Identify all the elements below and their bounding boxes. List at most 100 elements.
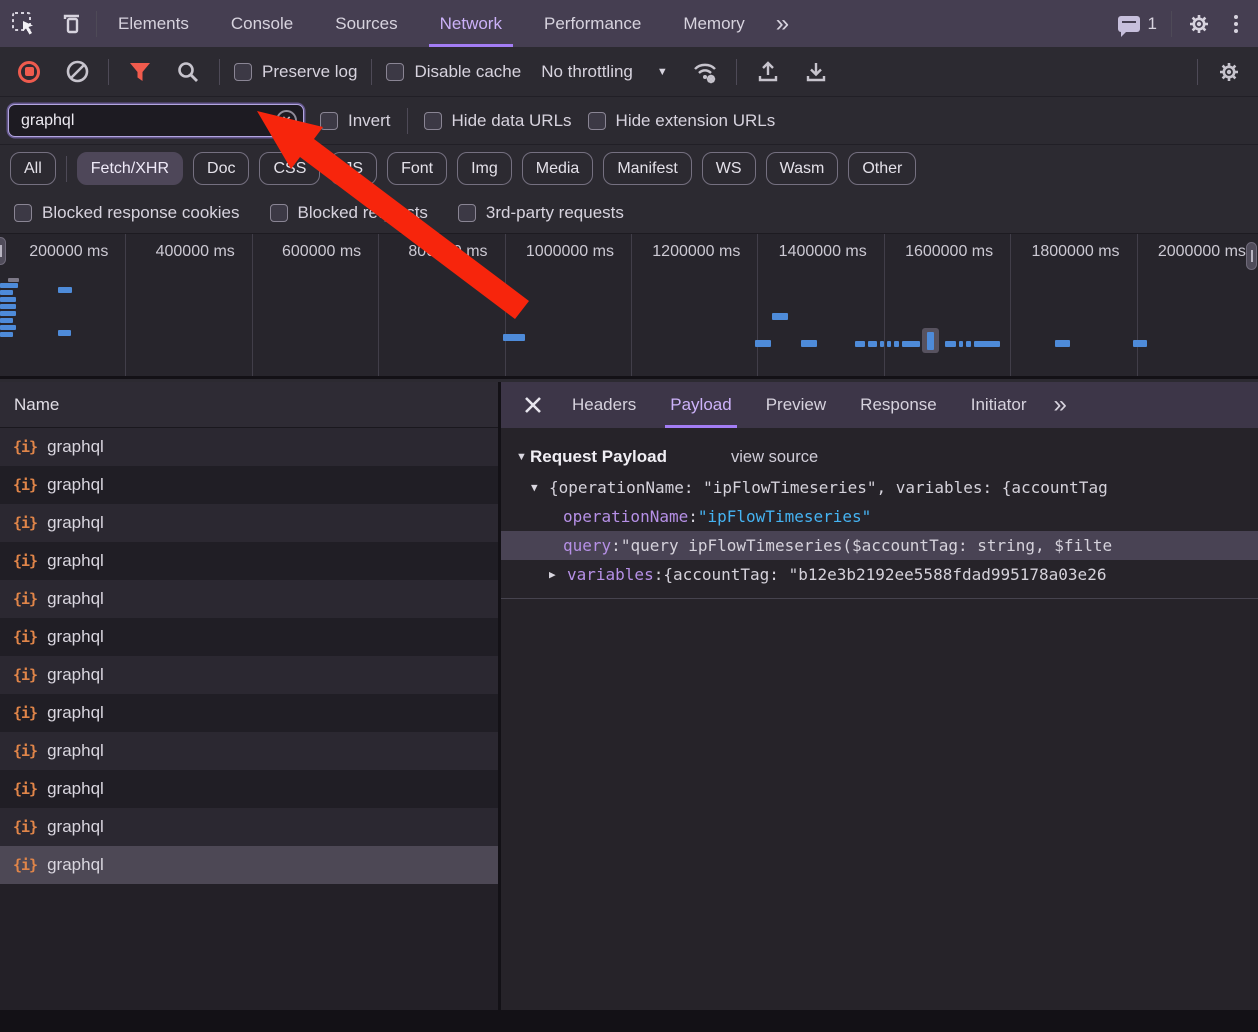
table-row[interactable]: {i}graphql	[0, 770, 498, 808]
clear-network-log-button[interactable]	[60, 55, 94, 89]
request-bar[interactable]	[772, 313, 788, 320]
preserve-log-checkbox[interactable]: Preserve log	[234, 62, 357, 82]
type-chip-css[interactable]: CSS	[259, 152, 320, 185]
tab-elements[interactable]: Elements	[97, 0, 210, 47]
type-chip-fetch-xhr[interactable]: Fetch/XHR	[77, 152, 183, 185]
request-bar[interactable]	[0, 297, 16, 302]
request-bar[interactable]	[0, 325, 16, 330]
request-bar[interactable]	[1133, 340, 1147, 347]
payload-row-query[interactable]: query: "query ipFlowTimeseries($accountT…	[501, 531, 1258, 560]
blocked-requests-checkbox[interactable]: Blocked requests	[270, 203, 428, 223]
type-chip-doc[interactable]: Doc	[193, 152, 249, 185]
detail-more-tabs-button[interactable]: »	[1043, 382, 1076, 428]
tab-console[interactable]: Console	[210, 0, 314, 47]
type-chip-media[interactable]: Media	[522, 152, 594, 185]
request-bar[interactable]	[0, 332, 13, 337]
filter-toggle-button[interactable]	[123, 55, 157, 89]
payload-row-variables[interactable]: ▶variables: {accountTag: "b12e3b2192ee55…	[501, 560, 1258, 589]
throttling-select[interactable]: No throttling ▼	[535, 62, 674, 82]
more-options-button[interactable]	[1226, 15, 1246, 33]
hide-data-urls-checkbox[interactable]: Hide data URLs	[424, 111, 572, 131]
type-chip-ws[interactable]: WS	[702, 152, 756, 185]
table-row[interactable]: {i}graphql	[0, 580, 498, 618]
disable-cache-checkbox[interactable]: Disable cache	[386, 62, 521, 82]
expand-triangle-icon[interactable]: ▶	[549, 568, 563, 581]
request-bar[interactable]	[1055, 340, 1070, 347]
request-bar[interactable]	[974, 341, 1000, 347]
3rd-party-requests-checkbox[interactable]: 3rd-party requests	[458, 203, 624, 223]
request-bar[interactable]	[0, 290, 13, 295]
request-payload-section[interactable]: ▼ Request Payload view source	[501, 441, 1258, 473]
clear-filter-icon[interactable]: ×	[276, 110, 297, 131]
tab-sources[interactable]: Sources	[314, 0, 418, 47]
selected-request-bar[interactable]	[927, 332, 934, 350]
export-har-button[interactable]	[799, 55, 833, 89]
type-chip-all[interactable]: All	[10, 152, 56, 185]
detail-tab-preview[interactable]: Preview	[749, 382, 843, 428]
timeline-right-handle[interactable]	[1246, 242, 1257, 270]
record-network-log-button[interactable]	[12, 55, 46, 89]
request-bar[interactable]	[894, 341, 899, 347]
blocked-response-cookies-checkbox[interactable]: Blocked response cookies	[14, 203, 240, 223]
device-toolbar-button[interactable]	[48, 0, 96, 47]
request-bar[interactable]	[58, 287, 72, 293]
request-bar[interactable]	[8, 278, 19, 282]
network-conditions-button[interactable]	[688, 55, 722, 89]
request-bar[interactable]	[58, 330, 71, 336]
tab-network[interactable]: Network	[419, 0, 523, 47]
request-bar[interactable]	[966, 341, 971, 347]
tab-memory[interactable]: Memory	[662, 0, 765, 47]
table-row[interactable]: {i}graphql	[0, 808, 498, 846]
more-tabs-button[interactable]: »	[766, 0, 799, 47]
payload-row-operationname[interactable]: operationName: "ipFlowTimeseries"	[501, 502, 1258, 531]
network-settings-button[interactable]	[1212, 55, 1246, 89]
type-chip-js[interactable]: JS	[330, 152, 377, 185]
request-bar[interactable]	[801, 340, 817, 347]
request-bar[interactable]	[959, 341, 963, 347]
table-row[interactable]: {i}graphql	[0, 656, 498, 694]
issues-counter[interactable]: 1	[1118, 14, 1157, 34]
table-row[interactable]: {i}graphql	[0, 466, 498, 504]
type-chip-manifest[interactable]: Manifest	[603, 152, 691, 185]
type-chip-font[interactable]: Font	[387, 152, 447, 185]
invert-checkbox[interactable]: Invert	[320, 111, 391, 131]
request-bar[interactable]	[880, 341, 884, 347]
payload-summary-row[interactable]: ▼ {operationName: "ipFlowTimeseries", va…	[501, 473, 1258, 502]
request-bar[interactable]	[0, 283, 18, 288]
table-row[interactable]: {i}graphql	[0, 504, 498, 542]
tab-performance[interactable]: Performance	[523, 0, 662, 47]
network-overview-timeline[interactable]: 200000 ms400000 ms600000 ms800000 ms1000…	[0, 234, 1258, 379]
table-row[interactable]: {i}graphql	[0, 694, 498, 732]
timeline-left-handle[interactable]	[0, 237, 6, 265]
search-button[interactable]	[171, 55, 205, 89]
detail-tab-payload[interactable]: Payload	[653, 382, 748, 428]
detail-tab-initiator[interactable]: Initiator	[954, 382, 1044, 428]
request-bar[interactable]	[902, 341, 920, 347]
table-row[interactable]: {i}graphql	[0, 428, 498, 466]
inspect-element-button[interactable]	[0, 0, 48, 47]
request-bar[interactable]	[868, 341, 877, 347]
close-details-button[interactable]	[511, 382, 555, 428]
detail-tab-headers[interactable]: Headers	[555, 382, 653, 428]
request-bar[interactable]	[855, 341, 865, 347]
detail-tab-response[interactable]: Response	[843, 382, 954, 428]
table-row[interactable]: {i}graphql	[0, 542, 498, 580]
type-chip-wasm[interactable]: Wasm	[766, 152, 839, 185]
import-har-button[interactable]	[751, 55, 785, 89]
name-column-header[interactable]: Name	[0, 382, 498, 428]
hide-extension-urls-checkbox[interactable]: Hide extension URLs	[588, 111, 776, 131]
settings-button[interactable]	[1186, 11, 1212, 37]
view-source-link[interactable]: view source	[731, 448, 818, 467]
table-row[interactable]: {i}graphql	[0, 846, 498, 884]
table-row[interactable]: {i}graphql	[0, 618, 498, 656]
filter-input[interactable]	[8, 104, 304, 137]
request-bar[interactable]	[887, 341, 891, 347]
request-bar[interactable]	[0, 311, 16, 316]
request-bar[interactable]	[945, 341, 956, 347]
request-bar[interactable]	[755, 340, 771, 347]
type-chip-other[interactable]: Other	[848, 152, 916, 185]
table-row[interactable]: {i}graphql	[0, 732, 498, 770]
request-bar[interactable]	[0, 318, 13, 323]
type-chip-img[interactable]: Img	[457, 152, 512, 185]
request-bar[interactable]	[0, 304, 16, 309]
